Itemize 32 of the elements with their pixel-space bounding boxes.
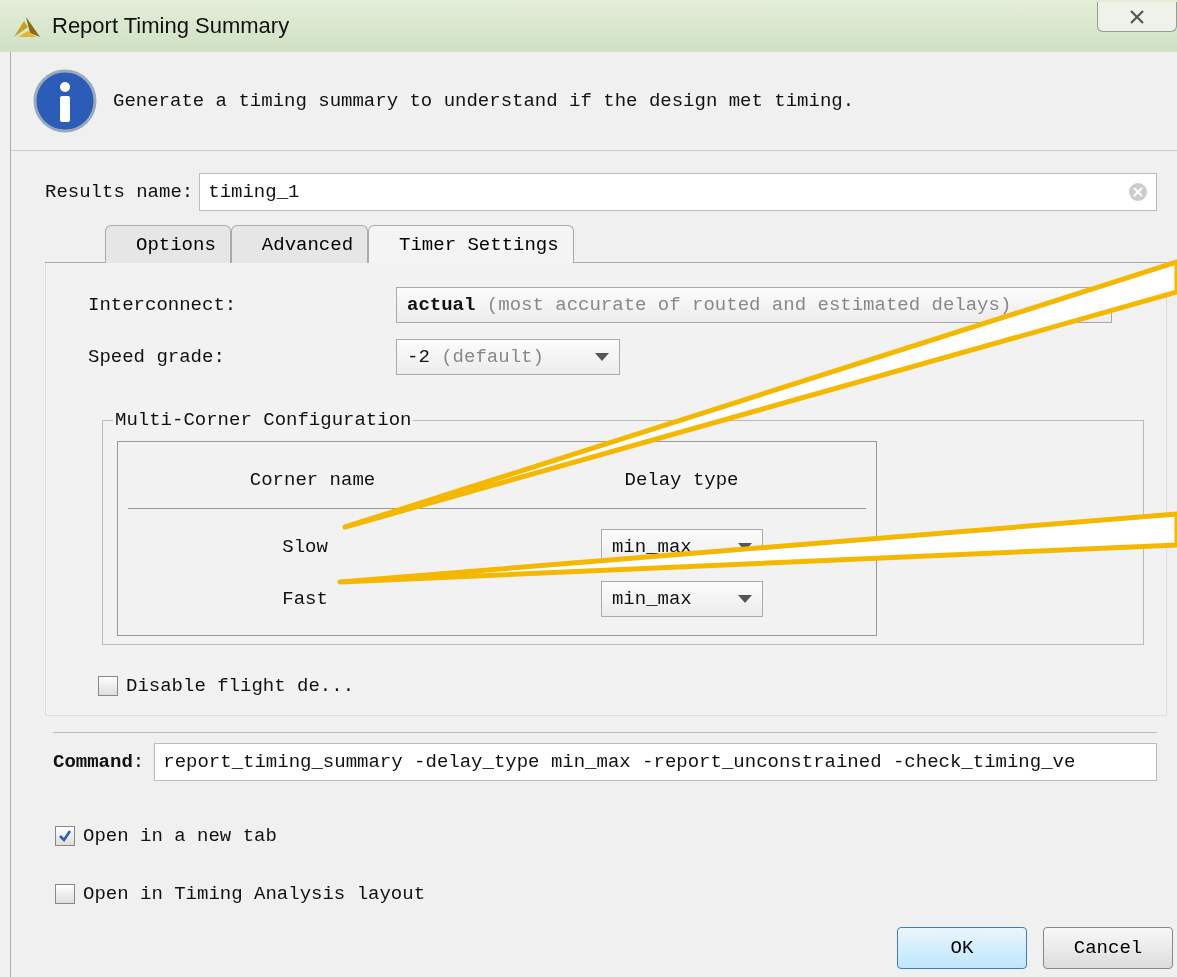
command-label: Command:	[53, 751, 145, 773]
column-header: Delay type	[623, 469, 740, 491]
command-field[interactable]: report_timing_summary -delay_type min_max -report_unconstrained -check_timing_ve	[154, 743, 1157, 781]
corner-name: Fast	[281, 588, 329, 610]
caret-icon	[595, 353, 609, 361]
interconnect-label: Interconnect:	[88, 294, 238, 316]
caret-icon	[737, 595, 752, 603]
corner-name: Slow	[281, 536, 329, 558]
close-button[interactable]	[1097, 2, 1177, 32]
ok-button[interactable]: OK	[897, 927, 1027, 969]
delay-type-dropdown[interactable]: min_max	[600, 581, 763, 617]
close-icon	[1129, 9, 1145, 24]
info-icon	[33, 69, 97, 133]
tab[interactable]: Advanced	[230, 225, 369, 263]
group-title: Multi-Corner Configuration	[114, 409, 413, 431]
interconnect-dropdown[interactable]: actual (most accurate of routed and estimated delays)	[396, 287, 1112, 323]
results-name-label: Results name:	[45, 181, 194, 203]
checkbox[interactable]	[98, 676, 118, 696]
tab[interactable]: Options	[105, 225, 231, 263]
checkbox-label: Disable flight de...	[126, 675, 355, 697]
speed-grade-label: Speed grade:	[88, 346, 226, 368]
checkbox-label: Open in a new tab	[83, 825, 277, 847]
column-header: Corner name	[248, 469, 377, 491]
cancel-button[interactable]: Cancel	[1043, 927, 1173, 969]
checkbox[interactable]	[55, 826, 75, 846]
speed-grade-dropdown[interactable]: -2 (default)	[396, 339, 620, 375]
checkbox[interactable]	[55, 884, 75, 904]
checkbox-label: Open in Timing Analysis layout	[83, 883, 426, 905]
info-text: Generate a timing summary to understand if the design met timing.	[113, 90, 855, 112]
tab[interactable]: Timer Settings	[368, 225, 574, 263]
window-title: Report Timing Summary	[52, 13, 290, 39]
results-name-field[interactable]: timing_1	[199, 173, 1157, 211]
